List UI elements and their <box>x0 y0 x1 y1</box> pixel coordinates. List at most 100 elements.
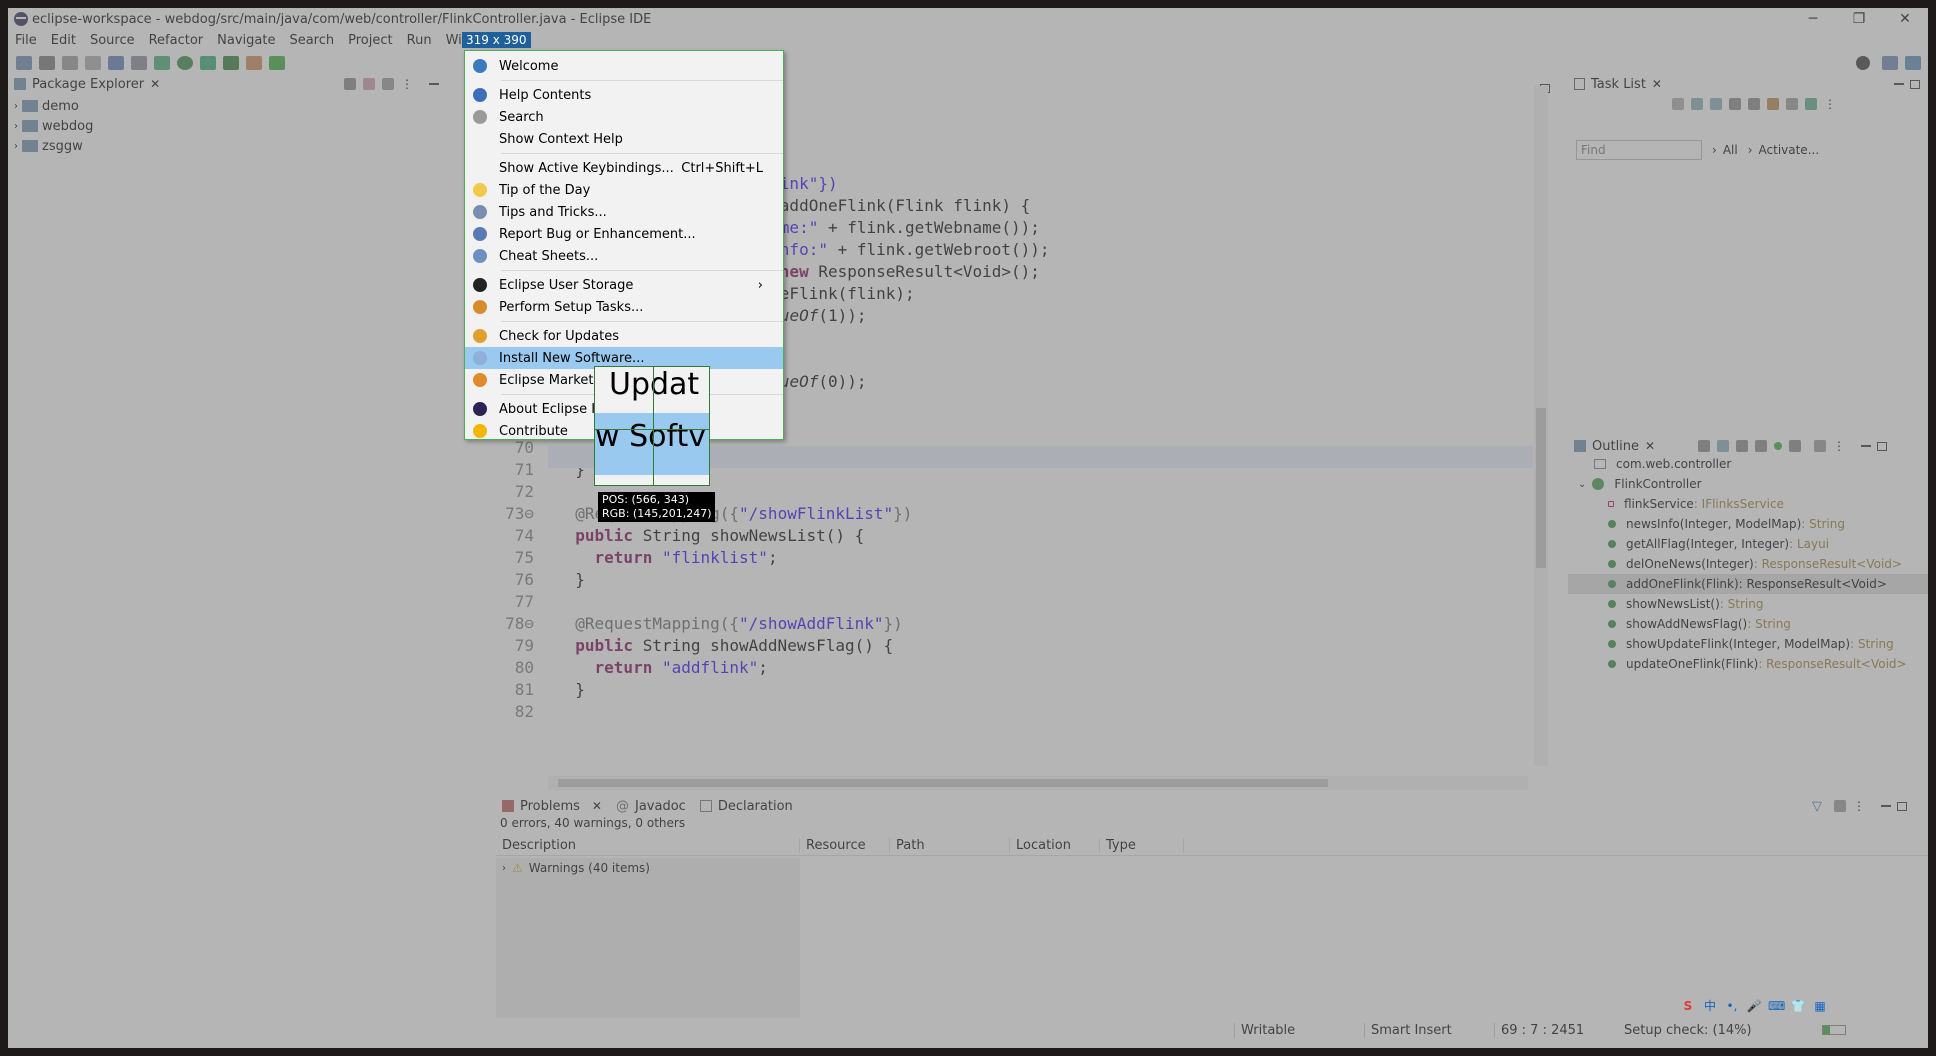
debug-icon[interactable] <box>154 56 170 70</box>
view-menu-icon[interactable]: ⋮ <box>1833 439 1845 453</box>
menu-search[interactable]: Search <box>282 33 341 48</box>
task-list-tab[interactable]: Task List ✕ <box>1574 74 1662 94</box>
package-explorer-tab[interactable]: Package Explorer ✕ <box>14 74 160 94</box>
ime-punct-icon[interactable]: •, <box>1724 998 1740 1014</box>
menu-item[interactable]: Cheat Sheets... <box>465 245 783 267</box>
print-icon[interactable] <box>108 56 124 70</box>
chevron-right-icon[interactable]: › <box>14 121 18 132</box>
ime-chinese-icon[interactable]: 中 <box>1702 998 1718 1014</box>
run-icon[interactable] <box>177 56 193 70</box>
hide-static-icon[interactable] <box>1755 440 1767 452</box>
maximize-button[interactable]: ❐ <box>1836 8 1882 30</box>
ime-keyboard-icon[interactable]: ⌨ <box>1768 998 1785 1014</box>
code-line[interactable]: 77 <box>496 590 1050 612</box>
minimize-view-icon[interactable] <box>429 83 439 85</box>
save-icon[interactable] <box>39 56 55 70</box>
chevron-down-icon[interactable]: ⌄ <box>1578 479 1586 490</box>
close-tab-icon[interactable]: ✕ <box>592 799 602 813</box>
new-icon[interactable] <box>16 56 32 70</box>
menu-refactor[interactable]: Refactor <box>142 33 211 48</box>
activate-link[interactable]: Activate... <box>1759 143 1820 157</box>
outline-member[interactable]: newsInfo(Integer, ModelMap) : String <box>1568 514 1928 534</box>
focus-icon[interactable] <box>1834 800 1846 812</box>
ime-grid-icon[interactable]: ▦ <box>1812 998 1828 1014</box>
code-line[interactable]: 78⊖ @RequestMapping({"/showAddFlink"}) <box>496 612 1050 634</box>
vertical-scroll-thumb[interactable] <box>1536 408 1546 568</box>
table-row[interactable]: › ⚠ Warnings (40 items) <box>502 858 650 878</box>
menu-item[interactable]: Show Active Keybindings... Ctrl+Shift+L <box>465 157 783 179</box>
menu-item[interactable]: Show Context Help <box>465 128 783 150</box>
outline-member[interactable]: getAllFlag(Integer, Integer) : Layui <box>1568 534 1928 554</box>
focus-active-task-icon[interactable] <box>1814 440 1826 452</box>
menu-item[interactable]: Tips and Tricks... <box>465 201 783 223</box>
coverage-icon[interactable] <box>200 56 216 70</box>
maximize-view-icon[interactable] <box>1897 801 1907 811</box>
menu-item[interactable]: Search <box>465 106 783 128</box>
categorized-icon[interactable] <box>1691 98 1703 110</box>
horizontal-scrollbar[interactable] <box>548 776 1528 790</box>
open-perspective-icon[interactable] <box>1882 56 1898 70</box>
outline-member[interactable]: addOneFlink(Flink) : ResponseResult<Void… <box>1568 574 1928 594</box>
view-menu-icon[interactable]: ⋮ <box>1824 97 1836 111</box>
column-description[interactable]: Description <box>496 838 800 853</box>
all-filter-link[interactable]: All <box>1723 143 1738 157</box>
menu-edit[interactable]: Edit <box>44 33 83 48</box>
outline-package[interactable]: com.web.controller <box>1568 454 1928 474</box>
link-icon[interactable] <box>1805 98 1817 110</box>
code-line[interactable]: 79 public String showAddNewsFlag() { <box>496 634 1050 656</box>
horizontal-scroll-thumb[interactable] <box>558 779 1328 787</box>
close-tab-icon[interactable]: ✕ <box>150 77 160 91</box>
close-button[interactable]: ✕ <box>1882 8 1928 30</box>
tab-problems[interactable]: Problems <box>520 799 580 814</box>
menu-project[interactable]: Project <box>341 33 399 48</box>
close-tab-icon[interactable]: ✕ <box>1645 439 1655 453</box>
menu-source[interactable]: Source <box>83 33 142 48</box>
menu-file[interactable]: File <box>8 33 44 48</box>
chevron-right-icon[interactable]: › <box>14 101 18 112</box>
menu-item[interactable]: Report Bug or Enhancement... <box>465 223 783 245</box>
code-line[interactable]: 74 public String showNewsList() { <box>496 524 1050 546</box>
minimize-button[interactable]: ─ <box>1790 8 1836 30</box>
code-line[interactable]: 82 <box>496 700 1050 722</box>
code-line[interactable]: 80 return "addflink"; <box>496 656 1050 678</box>
menu-navigate[interactable]: Navigate <box>210 33 282 48</box>
outline-member[interactable]: updateOneFlink(Flink) : ResponseResult<V… <box>1568 654 1928 674</box>
outline-member[interactable]: showNewsList() : String <box>1568 594 1928 614</box>
menu-item[interactable]: Welcome <box>465 55 783 77</box>
sogou-icon[interactable]: S <box>1680 998 1696 1014</box>
scheduled-icon[interactable] <box>1710 98 1722 110</box>
task-find-input[interactable] <box>1576 140 1702 160</box>
close-tab-icon[interactable]: ✕ <box>1652 77 1662 91</box>
menu-item[interactable]: Tip of the Day <box>465 179 783 201</box>
focus-icon[interactable] <box>1748 98 1760 110</box>
code-line[interactable]: 81 } <box>496 678 1050 700</box>
tab-declaration[interactable]: Declaration <box>718 799 793 814</box>
menu-item[interactable]: Check for Updates <box>465 325 783 347</box>
view-menu-icon[interactable]: ⋮ <box>401 77 413 91</box>
tab-javadoc[interactable]: Javadoc <box>635 799 686 814</box>
outline-member[interactable]: showAddNewsFlag() : String <box>1568 614 1928 634</box>
hide-fields-icon[interactable] <box>1736 440 1748 452</box>
filter-completed-icon[interactable] <box>1729 98 1741 110</box>
external-tools-icon[interactable] <box>223 56 239 70</box>
new-class-icon[interactable] <box>269 56 285 70</box>
chevron-right-icon[interactable]: › <box>14 141 18 152</box>
column-resource[interactable]: Resource <box>800 838 890 853</box>
filter-icon[interactable] <box>382 78 394 90</box>
code-line[interactable]: 72 <box>496 480 1050 502</box>
sync-icon[interactable] <box>1767 98 1779 110</box>
menu-item[interactable]: Help Contents <box>465 84 783 106</box>
collapse-all-icon[interactable] <box>1698 440 1710 452</box>
code-line[interactable]: 73⊖ @RequestMapping({"/showFlinkList"}) <box>496 502 1050 524</box>
column-path[interactable]: Path <box>890 838 1010 853</box>
skip-breakpoints-icon[interactable] <box>131 56 147 70</box>
menu-item[interactable]: Perform Setup Tasks... <box>465 296 783 318</box>
hide-nonpublic-icon[interactable] <box>1774 442 1782 450</box>
collapse-all-icon[interactable] <box>1786 98 1798 110</box>
column-location[interactable]: Location <box>1010 838 1100 853</box>
maximize-view-icon[interactable] <box>1910 79 1920 89</box>
outline-member[interactable]: showUpdateFlink(Integer, ModelMap) : Str… <box>1568 634 1928 654</box>
undo-icon[interactable] <box>85 56 101 70</box>
chevron-right-icon[interactable]: › <box>502 863 506 874</box>
vertical-scrollbar[interactable] <box>1534 86 1548 766</box>
